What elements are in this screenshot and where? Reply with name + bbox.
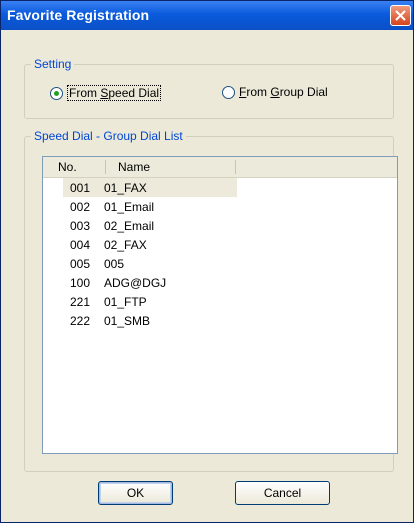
item-name: 01_SMB <box>104 314 151 328</box>
list-header: No. Name <box>43 157 397 178</box>
item-name: 01_FAX <box>104 181 147 195</box>
favorite-registration-dialog: Favorite Registration Setting From Speed… <box>0 0 414 523</box>
window-title: Favorite Registration <box>7 7 150 23</box>
radio-selected-icon <box>50 86 63 100</box>
column-header-no[interactable]: No. <box>58 160 77 174</box>
item-number: 003 <box>70 219 91 233</box>
item-number: 222 <box>70 314 91 328</box>
list-item[interactable]: 002 01_Email <box>43 197 397 216</box>
title-bar[interactable]: Favorite Registration <box>1 1 413 30</box>
item-number: 005 <box>70 257 91 271</box>
close-icon <box>395 10 406 21</box>
setting-legend: Setting <box>31 57 75 71</box>
list-item[interactable]: 001 01_FAX <box>43 178 397 197</box>
item-name: 005 <box>104 257 125 271</box>
from-speed-dial-label: From Speed Dial <box>67 85 162 101</box>
speed-dial-group-list[interactable]: No. Name 001 01_FAX 002 01_Email 003 02_… <box>42 156 398 454</box>
list-legend: Speed Dial - Group Dial List <box>31 129 186 143</box>
column-divider[interactable] <box>105 160 106 174</box>
list-item[interactable]: 004 02_FAX <box>43 235 397 254</box>
from-speed-dial-radio[interactable]: From Speed Dial <box>50 85 162 101</box>
item-number: 002 <box>70 200 91 214</box>
list-item[interactable]: 100 ADG@DGJ <box>43 273 397 292</box>
from-group-dial-label: From Group Dial <box>239 85 328 99</box>
from-group-dial-radio[interactable]: From Group Dial <box>222 85 328 99</box>
item-name: ADG@DGJ <box>104 276 167 290</box>
item-name: 01_Email <box>104 200 155 214</box>
item-name: 01_FTP <box>104 295 147 309</box>
ok-button[interactable]: OK <box>98 481 173 505</box>
cancel-button[interactable]: Cancel <box>235 481 330 505</box>
list-item[interactable]: 003 02_Email <box>43 216 397 235</box>
item-number: 004 <box>70 238 91 252</box>
close-button[interactable] <box>390 5 411 26</box>
list-item[interactable]: 005 005 <box>43 254 397 273</box>
list-item[interactable]: 221 01_FTP <box>43 292 397 311</box>
item-name: 02_FAX <box>104 238 147 252</box>
column-divider[interactable] <box>235 160 236 174</box>
column-header-name[interactable]: Name <box>118 160 150 174</box>
radio-unselected-icon <box>222 85 235 99</box>
item-name: 02_Email <box>104 219 155 233</box>
item-number: 100 <box>70 276 91 290</box>
list-item[interactable]: 222 01_SMB <box>43 311 397 330</box>
item-number: 221 <box>70 295 91 309</box>
item-number: 001 <box>70 181 91 195</box>
